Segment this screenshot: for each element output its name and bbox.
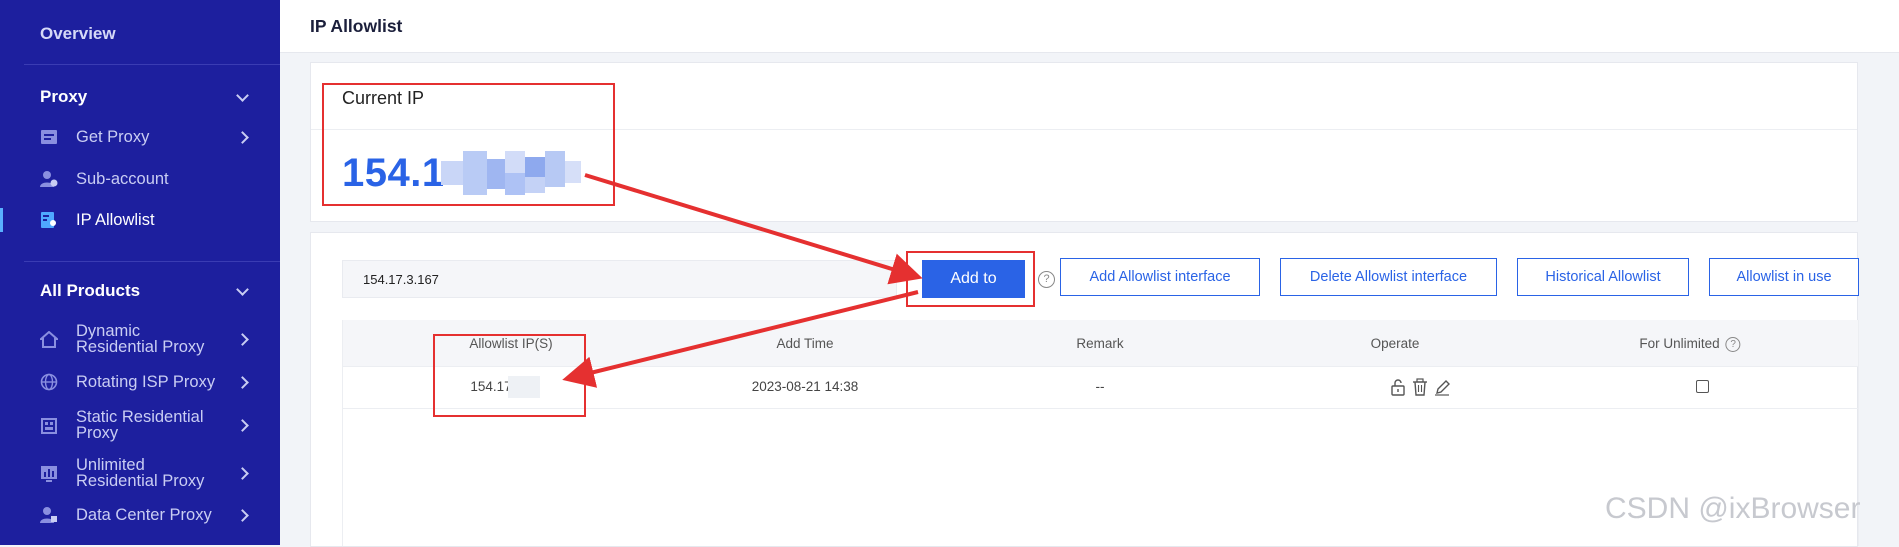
sidebar-section-proxy[interactable]: Proxy [40, 87, 87, 107]
allowlist-in-use-button[interactable]: Allowlist in use [1709, 258, 1859, 296]
sidebar-item-label: Get Proxy [76, 128, 150, 146]
building-icon [41, 418, 57, 434]
sidebar-item-label: Sub-account [76, 170, 169, 188]
historical-allowlist-button[interactable]: Historical Allowlist [1517, 258, 1689, 296]
globe-icon [40, 373, 58, 391]
for-unlimited-checkbox[interactable] [1696, 380, 1709, 393]
home-icon [40, 331, 58, 348]
chevron-right-icon [236, 509, 249, 522]
column-header-operate: Operate [1370, 336, 1420, 351]
annotation-box-allowlist-ip [433, 334, 586, 417]
edit-icon[interactable] [1434, 378, 1450, 396]
allowlist-icon [41, 212, 56, 228]
sidebar-item-label: IP Allowlist [76, 211, 155, 229]
add-allowlist-interface-button[interactable]: Add Allowlist interface [1060, 258, 1260, 296]
unlock-icon[interactable] [1390, 378, 1406, 396]
sidebar-item-label: Rotating ISP Proxy [76, 373, 216, 391]
sidebar-item-label: Static Residential Proxy [76, 408, 204, 442]
page-title: IP Allowlist [310, 16, 403, 36]
sidebar-section-all-products[interactable]: All Products [40, 281, 140, 301]
column-header-label: For Unlimited [1639, 336, 1720, 351]
sidebar-item-label: Data Center Proxy [76, 506, 212, 524]
remark-cell: -- [1095, 379, 1105, 394]
operate-cell [1390, 378, 1450, 396]
annotation-box-add-button [906, 251, 1035, 307]
list-icon [41, 130, 57, 144]
chevron-right-icon [236, 419, 249, 432]
ip-input[interactable] [342, 260, 897, 298]
trash-icon[interactable] [1412, 378, 1428, 396]
column-header-remark: Remark [1076, 336, 1124, 351]
column-header-for-unlimited: For Unlimited? [1639, 336, 1741, 352]
active-indicator [0, 208, 3, 232]
column-header-add-time: Add Time [776, 336, 834, 351]
chevron-right-icon [236, 131, 249, 144]
chevron-down-icon[interactable] [236, 283, 249, 296]
help-icon[interactable]: ? [1038, 271, 1055, 288]
add-time-cell: 2023-08-21 14:38 [751, 379, 859, 394]
chevron-right-icon [236, 333, 249, 346]
sidebar-overview[interactable]: Overview [40, 24, 116, 44]
chevron-right-icon [236, 467, 249, 480]
chart-icon [41, 466, 57, 482]
user-add-icon [40, 171, 58, 187]
top-header: IP Allowlist [280, 0, 1899, 53]
sidebar-item-label: Dynamic Residential Proxy [76, 322, 205, 356]
user-server-icon [40, 507, 57, 523]
annotation-box-current-ip [322, 83, 615, 206]
help-icon[interactable]: ? [1725, 337, 1741, 352]
chevron-down-icon[interactable] [236, 89, 249, 102]
sidebar: Overview Proxy Get Proxy Sub-account IP … [0, 0, 280, 545]
sidebar-item-label: Unlimited Residential Proxy [76, 456, 205, 490]
watermark: CSDN @ixBrowser [1605, 492, 1861, 525]
chevron-right-icon [236, 376, 249, 389]
sidebar-divider [24, 261, 280, 262]
sidebar-divider [24, 64, 280, 65]
delete-allowlist-interface-button[interactable]: Delete Allowlist interface [1280, 258, 1497, 296]
